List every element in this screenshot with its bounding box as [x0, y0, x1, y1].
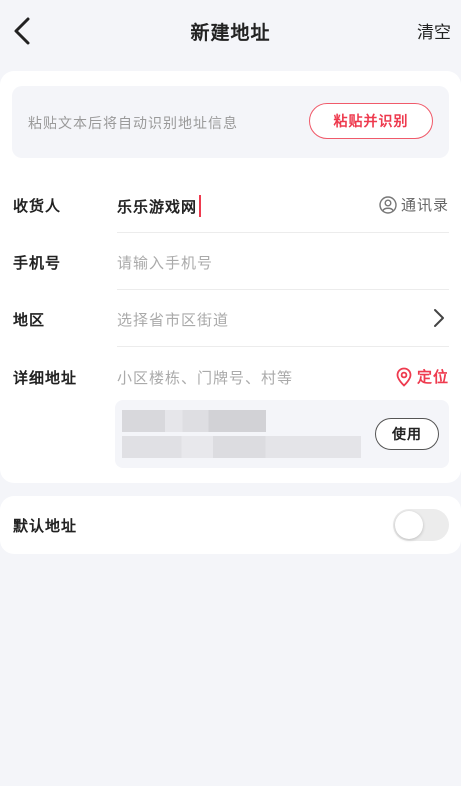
- detail-address-label: 详细地址: [13, 369, 78, 387]
- default-address-toggle[interactable]: [393, 509, 449, 541]
- paste-recognize-box[interactable]: 粘贴文本后将自动识别地址信息 粘贴并识别: [12, 86, 449, 158]
- default-address-card: 默认地址: [0, 496, 461, 554]
- blurred-address-line: [122, 410, 266, 432]
- default-address-label: 默认地址: [13, 517, 78, 535]
- address-suggestion: 使用: [115, 400, 449, 468]
- region-row[interactable]: 地区 选择省市区街道: [0, 290, 461, 346]
- region-select[interactable]: 选择省市区街道: [117, 309, 229, 330]
- blurred-address-line: [122, 436, 361, 458]
- paste-recognize-button[interactable]: 粘贴并识别: [309, 103, 433, 139]
- back-button[interactable]: [8, 16, 36, 46]
- locate-button[interactable]: 定位: [396, 366, 449, 387]
- paste-hint: 粘贴文本后将自动识别地址信息: [28, 116, 238, 132]
- contacts-button[interactable]: 通讯录: [379, 194, 449, 215]
- divider: [117, 346, 449, 347]
- recipient-value: 乐乐游戏网: [117, 197, 198, 216]
- header: 新建地址 清空: [0, 0, 461, 62]
- back-arrow-icon: [14, 17, 30, 45]
- detail-address-input[interactable]: 小区楼栋、门牌号、村等: [117, 367, 293, 388]
- detail-address-row: 详细地址 小区楼栋、门牌号、村等 定位: [0, 348, 461, 404]
- phone-input[interactable]: 请输入手机号: [117, 252, 213, 273]
- locate-label: 定位: [416, 368, 449, 386]
- location-pin-icon: [396, 367, 412, 387]
- page-title: 新建地址: [190, 21, 271, 44]
- recipient-input[interactable]: 乐乐游戏网: [117, 195, 202, 217]
- text-cursor: [199, 195, 202, 217]
- phone-row: 手机号 请输入手机号: [0, 233, 461, 289]
- recipient-label: 收货人: [13, 197, 62, 215]
- use-suggestion-button[interactable]: 使用: [375, 418, 439, 450]
- phone-label: 手机号: [13, 254, 62, 272]
- recipient-row: 收货人 乐乐游戏网 通讯录: [0, 176, 461, 232]
- toggle-knob: [395, 511, 423, 539]
- region-label: 地区: [13, 311, 46, 329]
- contacts-label: 通讯录: [400, 196, 449, 214]
- clear-button[interactable]: 清空: [417, 18, 451, 43]
- contacts-icon: [379, 195, 397, 214]
- chevron-right-icon[interactable]: [433, 308, 445, 328]
- address-form-card: 粘贴文本后将自动识别地址信息 粘贴并识别 收货人 乐乐游戏网 通讯录 手机号 请…: [0, 71, 461, 483]
